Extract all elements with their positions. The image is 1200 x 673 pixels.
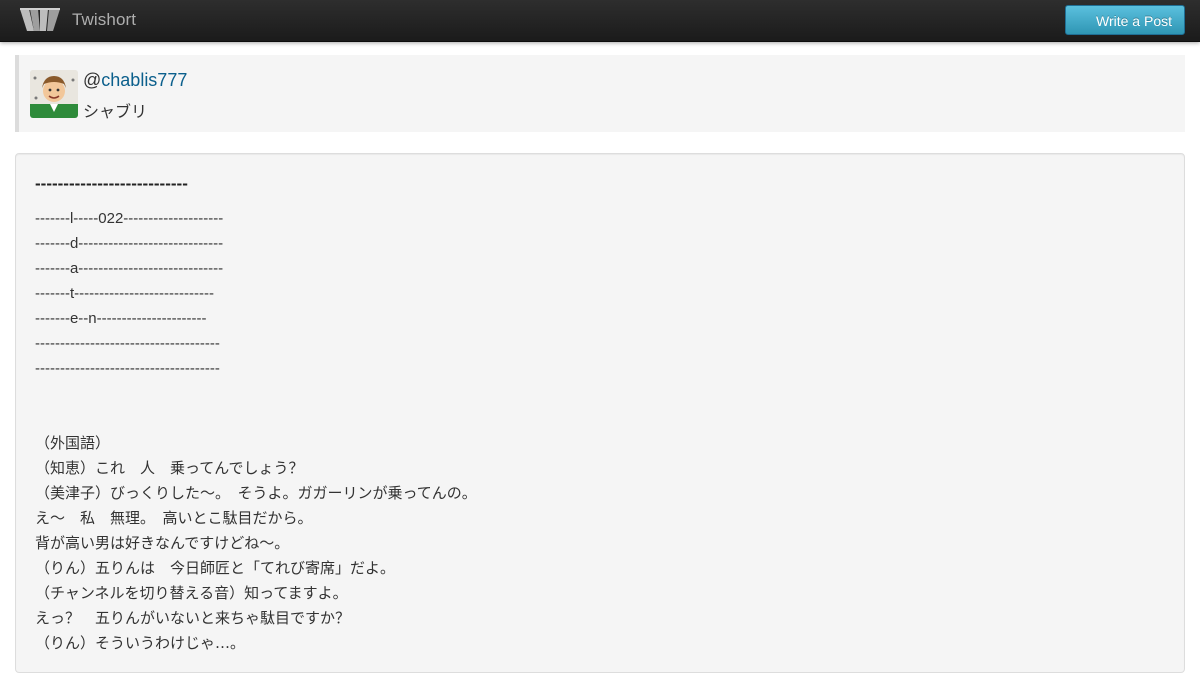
post-line: 背が高い男は好きなんですけどね～。 [35,534,290,552]
post-line: -------e--n---------------------- [35,310,207,327]
post-text: -------l-----022-------------------- ---… [35,206,477,656]
username-link[interactable]: chablis777 [101,70,187,90]
author-handle: @chablis777 [83,70,187,91]
author-card: @chablis777 シャブリ [15,55,1185,132]
post-line: え～ 私 無理。 高いとこ駄目だから。 [35,509,313,527]
author-display-name: シャブリ [83,104,148,121]
post-line: えっ？ 五りんがいないと来ちゃ駄目ですか？ [35,609,351,627]
post-line: （チャンネルを切り替える音）知ってますよ。 [35,584,348,602]
post-line: -------d----------------------------- [35,235,224,252]
user-avatar[interactable] [30,70,78,118]
post-body: --------------------------- -------l----… [15,153,1185,673]
post-line: -------t---------------------------- [35,285,214,302]
post-title: --------------------------- [35,174,188,193]
write-post-button[interactable]: Write a Post [1065,5,1185,35]
post-line: ------------------------------------- [35,335,220,352]
post-line: （りん）五りんは 今日師匠と「てれび寄席」だよ。 [35,559,396,577]
brand-name: Twishort [72,10,137,29]
post-line: （美津子）びっくりした～。 そうよ。ガガーリンが乗ってんの。 [35,484,477,502]
twishort-logo-icon [20,8,60,31]
brand-link[interactable]: Twishort [18,4,136,36]
post-line [35,381,477,406]
at-sign: @ [83,70,102,90]
post-line: ------------------------------------- [35,360,220,377]
post-line: （知恵）これ 人 乗ってんでしょう？ [35,459,304,477]
post-line: （りん）そういうわけじゃ…。 [35,634,246,652]
top-navbar: Twishort Write a Post [0,0,1200,42]
post-line: -------l-----022-------------------- [35,210,224,227]
post-line [35,406,477,431]
post-line: -------a----------------------------- [35,260,224,277]
post-line: （外国語） [35,434,111,452]
